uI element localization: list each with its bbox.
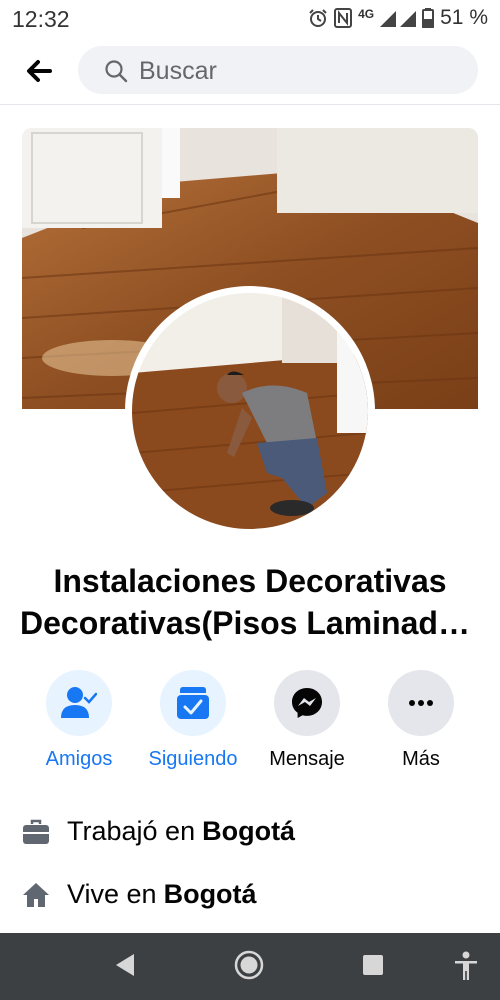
messenger-icon (292, 688, 322, 718)
friends-button[interactable]: Amigos (24, 670, 134, 771)
following-button-circle (160, 670, 226, 736)
friends-icon (61, 687, 97, 718)
nav-back-icon[interactable] (114, 952, 136, 978)
profile-name-line2: Decorativas(Pisos Laminados) (20, 605, 480, 641)
profile-avatar[interactable] (125, 286, 375, 536)
work-prefix: Trabajó en (67, 816, 196, 846)
more-label: Más (402, 748, 440, 770)
battery-level: 51 % (440, 6, 488, 29)
home-prefix: Vive en (67, 879, 157, 909)
accessibility-icon[interactable] (454, 951, 478, 981)
avatar-image (132, 293, 368, 529)
profile-name-line1: Instalaciones Decorativas (53, 563, 447, 599)
nfc-icon (334, 8, 353, 28)
network-type: 4G (358, 7, 375, 21)
alarm-icon (309, 9, 327, 27)
system-nav-bar (0, 933, 500, 1000)
following-label: Siguiendo (148, 748, 238, 770)
message-button[interactable]: Mensaje (252, 670, 362, 771)
message-label: Mensaje (269, 748, 345, 770)
status-bar: 12:32 4G 51 % (0, 0, 500, 38)
more-button-circle (388, 670, 454, 736)
nav-recents-icon[interactable] (362, 954, 384, 976)
friends-label: Amigos (45, 748, 113, 770)
search-placeholder: Buscar (139, 57, 217, 85)
work-info: Trabajó en Bogotá (22, 816, 482, 847)
house-icon (23, 882, 49, 907)
more-button[interactable]: Más (366, 670, 476, 771)
message-button-circle (274, 670, 340, 736)
search-icon (105, 60, 128, 83)
nav-home-icon[interactable] (233, 949, 265, 981)
signal-icon (380, 11, 417, 27)
arrow-left-icon[interactable] (22, 54, 56, 88)
profile-actions: Amigos Siguiendo Mensaje Más (0, 670, 500, 780)
battery-icon (422, 8, 435, 28)
more-icon (409, 700, 433, 706)
friends-button-circle (46, 670, 112, 736)
status-icons: 4G 51 % (308, 6, 488, 30)
following-button[interactable]: Siguiendo (138, 670, 248, 771)
status-time: 12:32 (12, 6, 70, 32)
briefcase-icon (23, 819, 49, 844)
following-icon (177, 687, 209, 719)
work-place[interactable]: Bogotá (202, 816, 295, 847)
home-info: Vive en Bogotá (22, 879, 482, 910)
profile-name: Instalaciones Decorativas Decorativas(Pi… (20, 560, 480, 644)
top-bar: Buscar (0, 38, 500, 105)
search-input[interactable]: Buscar (78, 46, 478, 94)
home-place[interactable]: Bogotá (164, 879, 257, 910)
